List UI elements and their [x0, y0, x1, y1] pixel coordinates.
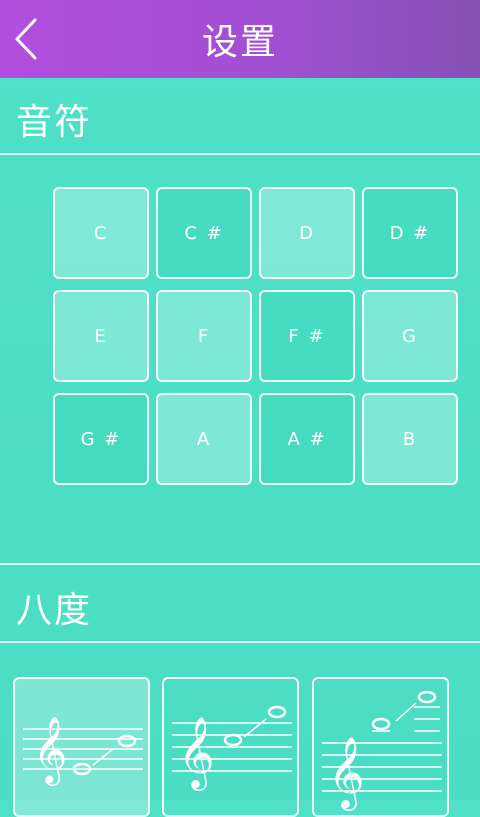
svg-text:𝄞: 𝄞 [178, 715, 215, 791]
note-button[interactable]: D # [362, 187, 458, 279]
divider [0, 153, 480, 155]
note-button[interactable]: E [53, 290, 149, 382]
divider [0, 641, 480, 643]
note-button[interactable]: C [53, 187, 149, 279]
note-button[interactable]: G [362, 290, 458, 382]
octave-section-title: 八度 [16, 590, 93, 631]
octave-option-low[interactable]: 𝄞 [13, 677, 150, 817]
svg-text:𝄞: 𝄞 [33, 715, 67, 786]
note-button[interactable]: B [362, 393, 458, 485]
note-button[interactable]: G # [53, 393, 149, 485]
note-button[interactable]: F # [259, 290, 355, 382]
note-button[interactable]: F [156, 290, 252, 382]
treble-clef-staff-icon: 𝄞 [172, 705, 292, 791]
note-button[interactable]: C # [156, 187, 252, 279]
page-title: 设置 [201, 22, 278, 63]
octave-option-middle[interactable]: 𝄞 [162, 677, 299, 817]
notes-grid: C C # D D # E F F # G G # A A # B [53, 187, 458, 485]
note-button[interactable]: D [259, 187, 355, 279]
header-bar: 设置 [0, 0, 480, 78]
octave-option-high[interactable]: 𝄞 [312, 677, 449, 817]
divider [0, 563, 480, 565]
treble-clef-staff-icon: 𝄞 [322, 690, 442, 811]
notes-section-title: 音符 [16, 102, 93, 143]
note-button[interactable]: A [156, 393, 252, 485]
treble-clef-staff-icon: 𝄞 [23, 715, 143, 786]
note-button[interactable]: A # [259, 393, 355, 485]
